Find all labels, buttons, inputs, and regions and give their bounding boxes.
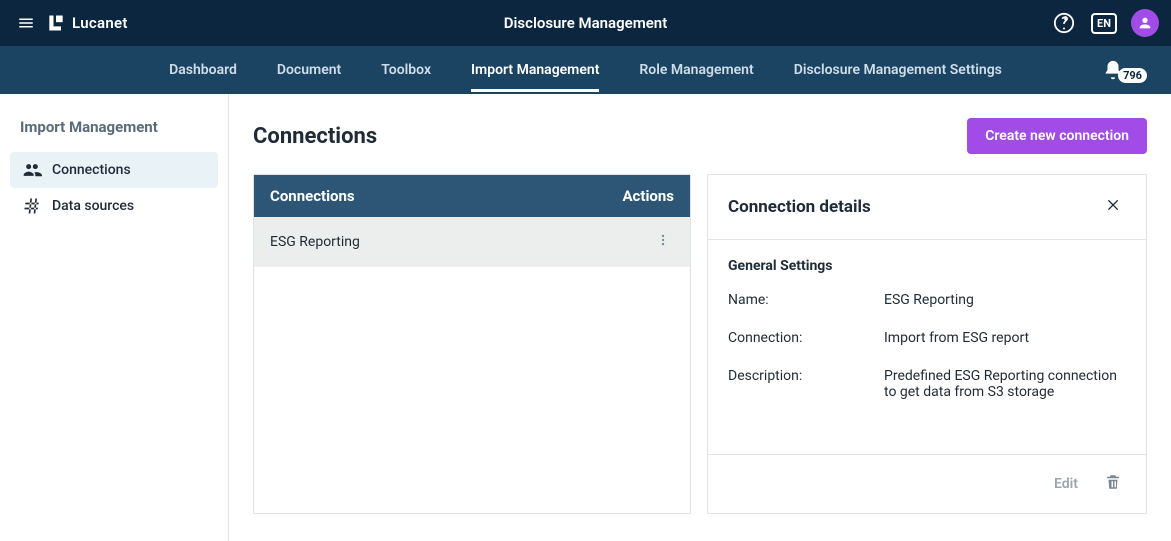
- connection-details-panel: Connection details General Settings Name…: [707, 174, 1147, 514]
- field-name-label: Name:: [728, 292, 884, 308]
- field-connection-value: Import from ESG report: [884, 330, 1126, 346]
- sidebar-title: Import Management: [20, 118, 218, 136]
- app-title: Disclosure Management: [504, 14, 667, 32]
- nav-tab-disclosure-settings[interactable]: Disclosure Management Settings: [794, 48, 1002, 92]
- hash-icon: [22, 196, 42, 216]
- details-title: Connection details: [728, 197, 871, 217]
- create-connection-button[interactable]: Create new connection: [967, 118, 1147, 154]
- main-nav: Dashboard Document Toolbox Import Manage…: [0, 46, 1171, 94]
- hamburger-menu-button[interactable]: [12, 9, 40, 37]
- notifications-button[interactable]: 796: [1102, 58, 1147, 83]
- close-icon: [1106, 197, 1122, 213]
- field-name: Name: ESG Reporting: [728, 292, 1126, 308]
- row-actions-menu-button[interactable]: [652, 229, 674, 255]
- kebab-menu-icon: [656, 233, 670, 247]
- details-header: Connection details: [708, 175, 1146, 240]
- nav-tab-dashboard[interactable]: Dashboard: [169, 48, 237, 92]
- trash-icon: [1104, 473, 1122, 491]
- nav-tab-toolbox[interactable]: Toolbox: [381, 48, 431, 92]
- delete-button[interactable]: [1100, 469, 1126, 499]
- close-details-button[interactable]: [1102, 193, 1126, 221]
- brand: Lucanet: [46, 13, 128, 33]
- brand-name: Lucanet: [72, 14, 128, 32]
- td-connection-name: ESG Reporting: [270, 234, 652, 250]
- field-description-value: Predefined ESG Reporting connection to g…: [884, 368, 1126, 400]
- hamburger-icon: [17, 14, 35, 32]
- app-header: Lucanet Disclosure Management EN: [0, 0, 1171, 46]
- th-actions: Actions: [622, 187, 674, 205]
- nav-tab-import-management[interactable]: Import Management: [471, 48, 599, 92]
- page-title: Connections: [253, 124, 377, 149]
- table-header: Connections Actions: [254, 175, 690, 217]
- general-settings-heading: General Settings: [728, 258, 1126, 274]
- field-description-label: Description:: [728, 368, 884, 400]
- field-description: Description: Predefined ESG Reporting co…: [728, 368, 1126, 400]
- field-connection-label: Connection:: [728, 330, 884, 346]
- details-body: General Settings Name: ESG Reporting Con…: [708, 240, 1146, 454]
- language-selector[interactable]: EN: [1091, 13, 1117, 34]
- help-icon: [1053, 12, 1075, 34]
- edit-button[interactable]: Edit: [1044, 470, 1088, 498]
- table-row[interactable]: ESG Reporting: [254, 217, 690, 267]
- user-icon: [1137, 15, 1153, 31]
- notifications-count-badge: 796: [1118, 68, 1147, 83]
- sidebar-item-label: Connections: [52, 162, 131, 178]
- people-icon: [22, 160, 42, 180]
- help-button[interactable]: [1051, 10, 1077, 36]
- nav-tab-document[interactable]: Document: [277, 48, 341, 92]
- sidebar-item-data-sources[interactable]: Data sources: [10, 188, 218, 224]
- sidebar-item-connections[interactable]: Connections: [10, 152, 218, 188]
- sidebar-item-label: Data sources: [52, 198, 134, 214]
- field-name-value: ESG Reporting: [884, 292, 1126, 308]
- field-connection: Connection: Import from ESG report: [728, 330, 1126, 346]
- details-footer: Edit: [708, 454, 1146, 513]
- brand-logo-icon: [46, 13, 66, 33]
- th-connections: Connections: [270, 187, 622, 205]
- user-avatar-button[interactable]: [1131, 9, 1159, 37]
- header-actions: EN: [1051, 9, 1159, 37]
- connections-table: Connections Actions ESG Reporting: [253, 174, 691, 514]
- main-content: Connections Create new connection Connec…: [229, 94, 1171, 541]
- sidebar: Import Management Connections Data sourc…: [0, 94, 229, 541]
- nav-tab-role-management[interactable]: Role Management: [639, 48, 753, 92]
